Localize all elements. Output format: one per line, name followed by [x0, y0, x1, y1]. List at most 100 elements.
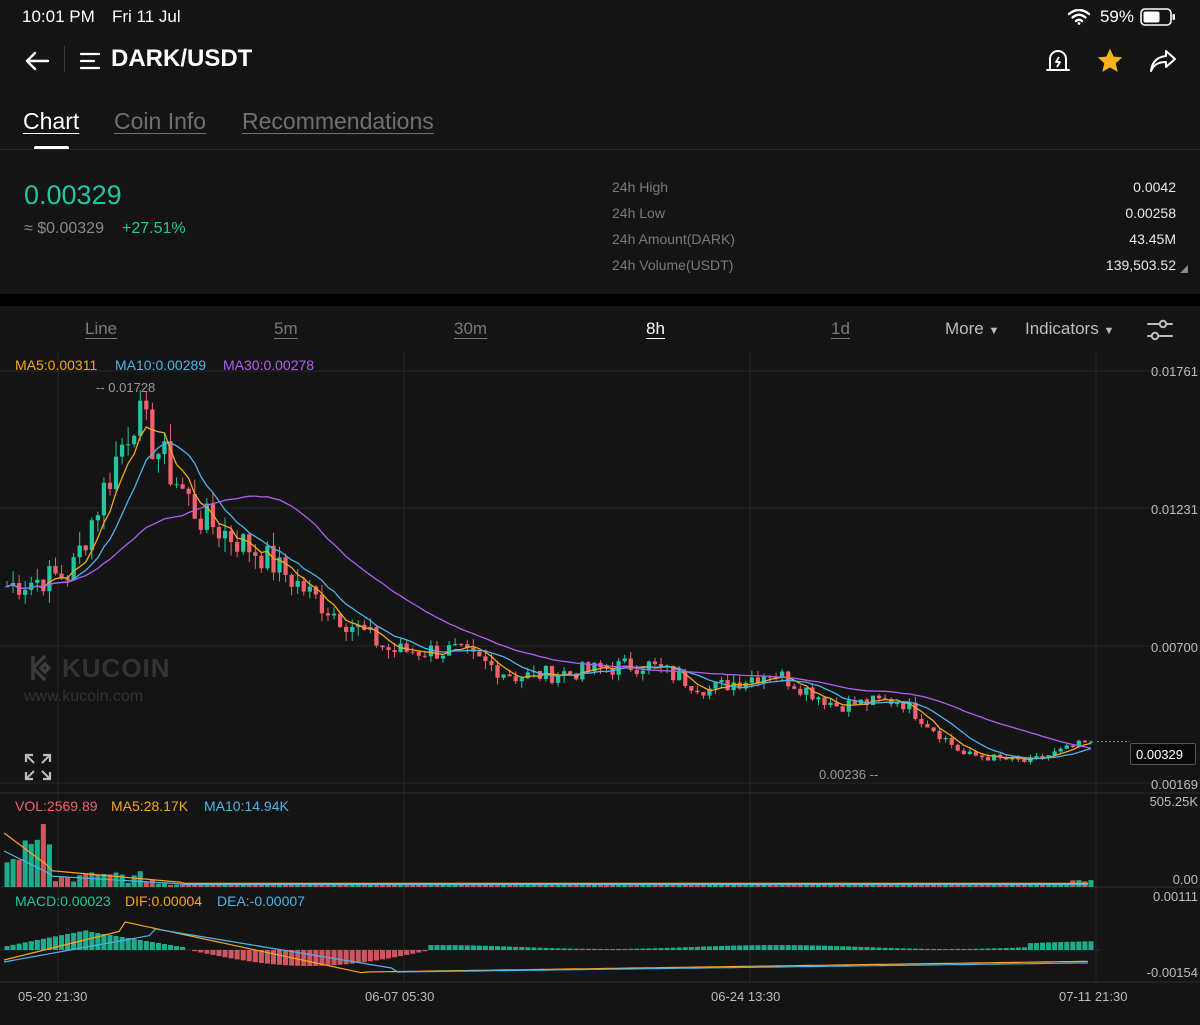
- macd-bar: [22, 942, 28, 950]
- macd-bar: [71, 932, 77, 950]
- candle-body: [1022, 759, 1027, 763]
- macd-bar: [301, 950, 307, 966]
- volume-bar: [77, 875, 83, 887]
- candle-body: [119, 444, 125, 457]
- macd-bar: [967, 948, 973, 950]
- macd-bar: [876, 947, 882, 950]
- macd-bar: [616, 948, 622, 950]
- dea-legend: DEA:-0.00007: [217, 893, 305, 909]
- indicators-label: Indicators: [1025, 319, 1099, 338]
- macd-bar: [174, 946, 180, 950]
- candle-body: [586, 662, 591, 672]
- chart-settings-icon[interactable]: [1146, 319, 1174, 341]
- candle-body: [622, 658, 627, 662]
- macd-bar: [1052, 942, 1058, 950]
- macd-bar: [501, 946, 507, 950]
- tab-recommendations[interactable]: Recommendations: [242, 108, 434, 135]
- candle-body: [416, 652, 421, 656]
- candle-body: [816, 697, 821, 700]
- macd-bar: [161, 944, 167, 950]
- interval-8h[interactable]: 8h: [646, 319, 665, 339]
- macd-legend: MACD:0.00023: [15, 893, 111, 909]
- favorite-star-icon[interactable]: [1096, 47, 1124, 74]
- vol-legend: VOL:2569.89: [15, 798, 98, 814]
- low-annotation: 0.00236 --: [819, 767, 879, 782]
- macd-bar: [670, 947, 676, 950]
- candle-body: [344, 626, 349, 632]
- interval-30m[interactable]: 30m: [454, 319, 487, 339]
- candle-body: [192, 493, 197, 519]
- candle-body: [113, 456, 119, 489]
- candle-body: [652, 661, 658, 665]
- y-tick-2: 0.01231: [1151, 502, 1198, 517]
- macd-bar: [937, 948, 943, 950]
- macd-bar: [28, 941, 34, 950]
- macd-bar: [337, 950, 343, 965]
- macd-bar: [737, 945, 743, 950]
- candle-body: [695, 690, 700, 693]
- macd-bar: [622, 948, 628, 950]
- back-arrow-icon[interactable]: [24, 50, 50, 72]
- pair-title[interactable]: DARK/USDT: [111, 45, 252, 73]
- candle-body: [507, 674, 512, 677]
- candle-body: [77, 545, 82, 558]
- candle-body: [325, 613, 331, 616]
- kucoin-logo-icon: [31, 654, 52, 682]
- x-tick-3: 06-24 13:30: [711, 989, 781, 1004]
- volume-ma5-line: [3, 832, 1088, 884]
- candle-body: [89, 520, 94, 551]
- macd-bar: [416, 950, 422, 953]
- macd-bar: [579, 948, 585, 950]
- ma10-legend: MA10:0.00289: [115, 357, 207, 373]
- macd-bar: [997, 948, 1003, 950]
- macd-bar: [961, 948, 967, 950]
- candle-body: [580, 662, 585, 680]
- macd-bar: [924, 948, 930, 950]
- status-time: 10:01 PM: [22, 7, 95, 26]
- candlestick-chart[interactable]: [0, 352, 1200, 1025]
- candle-body: [241, 534, 246, 552]
- candle-body: [422, 655, 427, 657]
- fullscreen-icon[interactable]: [24, 753, 52, 781]
- macd-bar: [852, 946, 858, 950]
- candle-body: [979, 755, 985, 758]
- more-button[interactable]: More ▼: [945, 319, 999, 339]
- macd-bar: [1076, 941, 1082, 950]
- candle-body: [295, 580, 300, 587]
- candle-body: [846, 700, 851, 712]
- interval-1d[interactable]: 1d: [831, 319, 850, 339]
- share-icon[interactable]: [1149, 48, 1177, 74]
- indicators-button[interactable]: Indicators ▼: [1025, 319, 1114, 339]
- candle-body: [228, 530, 234, 543]
- macd-bar: [482, 945, 488, 950]
- candle-body: [640, 670, 645, 674]
- interval-5m[interactable]: 5m: [274, 319, 298, 339]
- macd-bar: [773, 945, 779, 950]
- macd-bar: [428, 945, 434, 950]
- tab-coin-info[interactable]: Coin Info: [114, 108, 206, 135]
- candle-body: [350, 627, 355, 632]
- candle-body: [967, 751, 972, 754]
- macd-bar: [949, 948, 955, 950]
- high-annotation-value: 0.01728: [108, 380, 156, 395]
- macd-bar: [1040, 942, 1046, 950]
- macd-bar: [234, 950, 240, 960]
- macd-bar: [373, 950, 379, 961]
- macd-bar: [1088, 941, 1094, 950]
- macd-bar: [216, 950, 222, 957]
- macd-bar: [858, 946, 864, 950]
- vol-y-tick-zero: 0.00: [1172, 872, 1198, 887]
- candle-body: [174, 484, 179, 486]
- tab-chart[interactable]: Chart: [23, 108, 79, 135]
- candle-body: [17, 583, 22, 595]
- candle-body: [513, 676, 518, 682]
- price-alert-icon[interactable]: [1045, 48, 1071, 74]
- pair-menu-icon[interactable]: [80, 52, 100, 70]
- candle-body: [1082, 740, 1088, 743]
- macd-y-tick-max: 0.00111: [1152, 889, 1198, 904]
- macd-bar: [446, 945, 452, 950]
- macd-bar: [470, 945, 476, 950]
- candle-body: [83, 545, 88, 551]
- interval-line[interactable]: Line: [85, 319, 117, 339]
- candle-body: [186, 488, 191, 494]
